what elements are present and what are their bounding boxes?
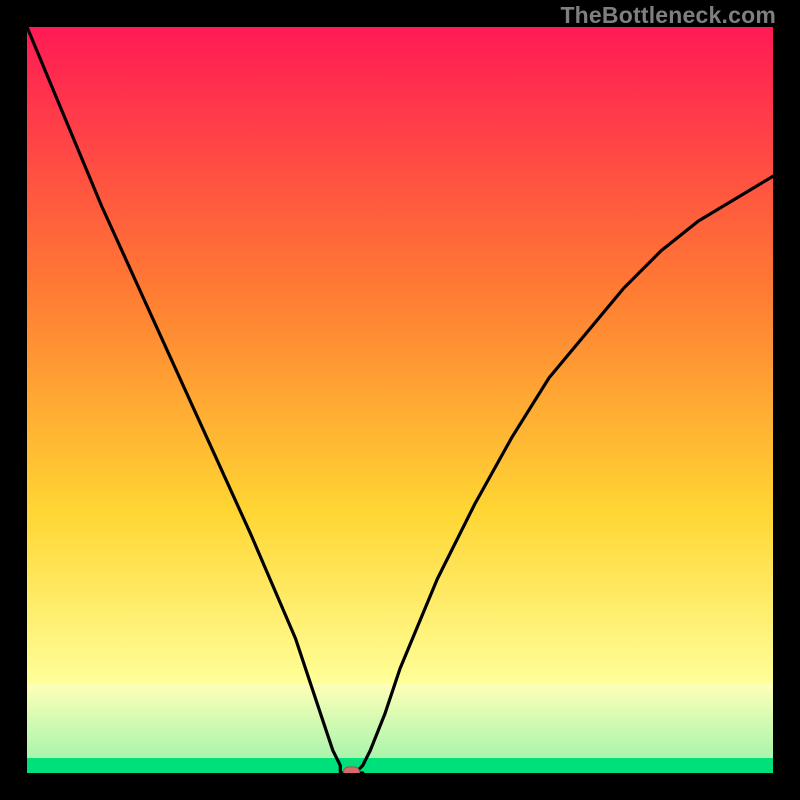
outer-frame: TheBottleneck.com <box>0 0 800 800</box>
watermark-text: TheBottleneck.com <box>560 2 776 29</box>
bottom-green-strip <box>27 758 773 773</box>
optimal-marker <box>344 767 360 773</box>
chart-svg <box>27 27 773 773</box>
gradient-background <box>27 27 773 773</box>
highlight-band <box>27 683 773 758</box>
chart-area <box>27 27 773 773</box>
